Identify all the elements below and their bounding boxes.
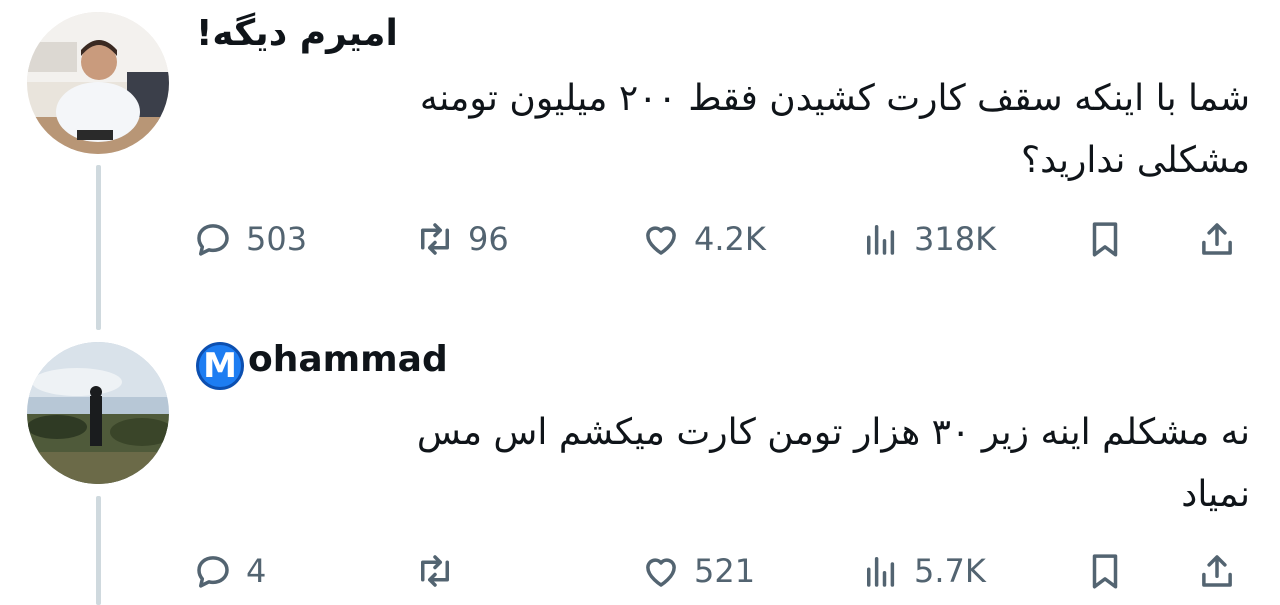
retweet-button[interactable]: 96	[414, 214, 509, 264]
author-badge: M	[196, 342, 244, 390]
like-count: 521	[694, 552, 756, 590]
avatar[interactable]	[27, 12, 169, 154]
bookmark-icon	[1092, 554, 1118, 589]
views-icon	[867, 557, 895, 587]
author-name-text: ohammad	[248, 339, 448, 380]
share-icon	[1202, 223, 1232, 255]
reply-icon	[197, 556, 229, 588]
heart-icon	[646, 226, 676, 255]
author-name[interactable]: Mohammad	[196, 338, 448, 390]
bookmark-icon	[1092, 222, 1118, 257]
retweet-count: 96	[468, 220, 509, 258]
reply-button[interactable]: 503	[192, 214, 307, 264]
reply-button[interactable]: 4	[192, 546, 266, 596]
author-name[interactable]: امیرم دیگه!	[196, 12, 398, 56]
tweet-text-line: شما با اینکه سقف کارت کشیدن فقط ۲۰۰ میلی…	[419, 78, 1250, 119]
reply-icon	[197, 224, 229, 256]
tweet-actions: 4 521 5.7K	[192, 546, 1254, 596]
reply-count: 4	[246, 552, 267, 590]
tweet-text-line: مشکلی ندارید؟	[1021, 140, 1250, 181]
retweet-button[interactable]	[414, 546, 468, 596]
tweet-text-line: نمیاد	[1181, 474, 1250, 515]
views-count: 318K	[914, 220, 997, 258]
share-button[interactable]	[1196, 214, 1238, 264]
reply-count: 503	[246, 220, 308, 258]
heart-icon	[646, 558, 676, 587]
tweet-text-line: نه مشکلم اینه زیر ۳۰ هزار تومن کارت میکش…	[416, 412, 1250, 453]
bookmark-button[interactable]	[1084, 214, 1126, 264]
views-count: 5.7K	[914, 552, 986, 590]
thread-line	[96, 165, 101, 330]
views-button[interactable]: 5.7K	[860, 546, 986, 596]
views-button[interactable]: 318K	[860, 214, 996, 264]
share-button[interactable]	[1196, 546, 1238, 596]
share-icon	[1202, 555, 1232, 587]
tweet-text: نه مشکلم اینه زیر ۳۰ هزار تومن کارت میکش…	[250, 402, 1250, 526]
thread-line	[96, 496, 101, 605]
retweet-icon	[421, 555, 449, 587]
tweet-actions: 503 96 4.2K 318K	[192, 214, 1254, 264]
tweet-text: شما با اینکه سقف کارت کشیدن فقط ۲۰۰ میلی…	[250, 68, 1250, 192]
avatar[interactable]	[27, 342, 169, 484]
like-button[interactable]: 521	[640, 546, 755, 596]
bookmark-button[interactable]	[1084, 546, 1126, 596]
views-icon	[867, 225, 895, 255]
like-button[interactable]: 4.2K	[640, 214, 766, 264]
retweet-icon	[421, 223, 449, 255]
like-count: 4.2K	[694, 220, 766, 258]
